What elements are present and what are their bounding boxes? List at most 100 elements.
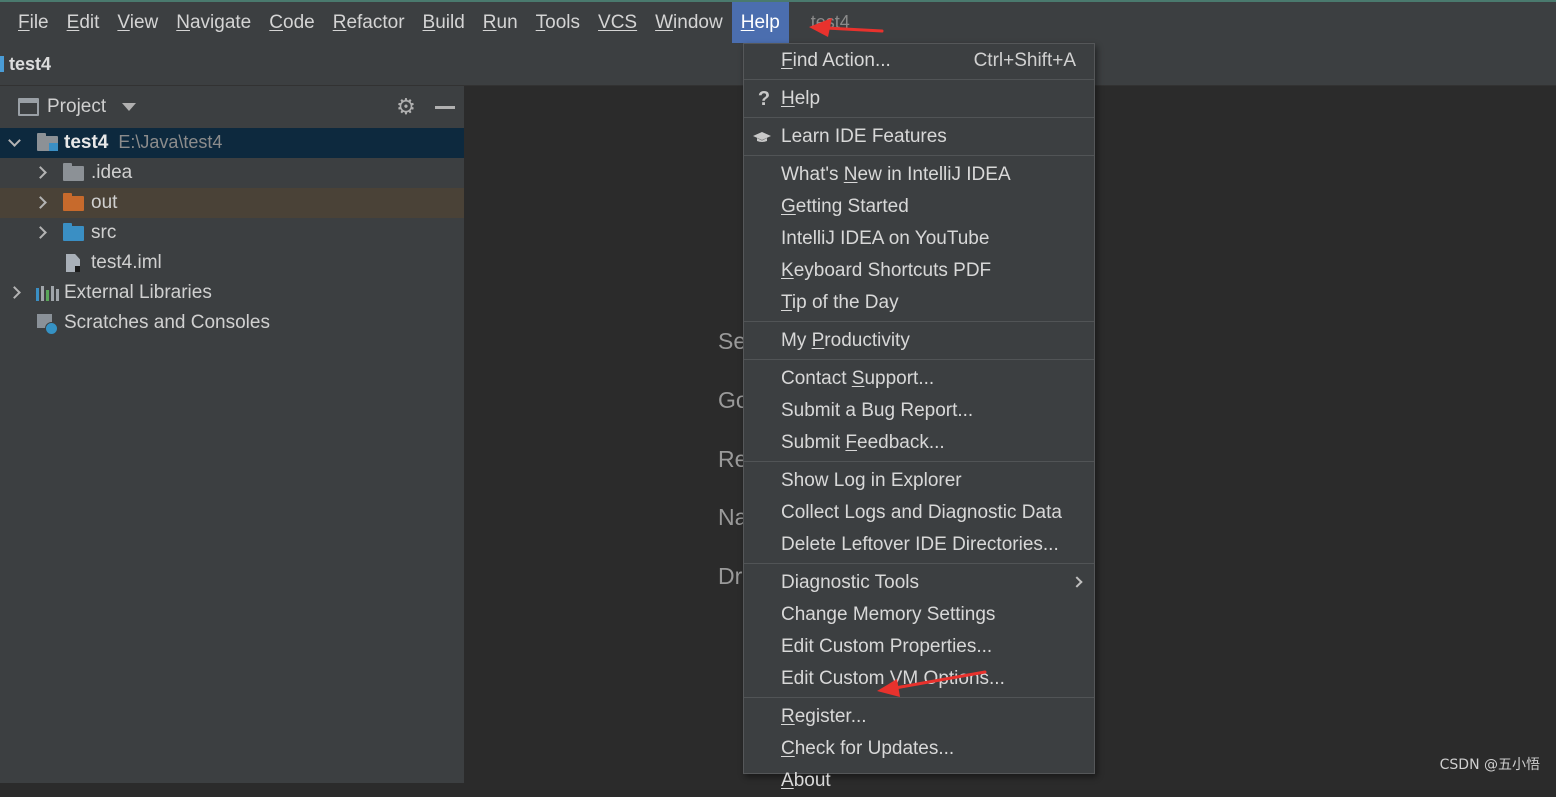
menu-label: uild — [435, 12, 465, 33]
menu-label: un — [497, 12, 518, 33]
menu-item-mnemonic: C — [781, 738, 795, 759]
menu-mnemonic: R — [333, 12, 347, 33]
menu-code[interactable]: Code — [260, 2, 323, 43]
menu-item-contact-support[interactable]: Contact Support... — [744, 363, 1094, 395]
menu-mnemonic: W — [655, 12, 673, 33]
menu-item-change-memory[interactable]: Change Memory Settings — [744, 599, 1094, 631]
gear-icon[interactable]: ⚙ — [394, 95, 418, 119]
menu-window[interactable]: Window — [646, 2, 732, 43]
tree-node-path: E:\Java\test4 — [118, 132, 222, 152]
menu-build[interactable]: Build — [414, 2, 474, 43]
menu-item-keyboard-shortcuts-pdf[interactable]: Keyboard Shortcuts PDF — [744, 255, 1094, 287]
minimize-icon[interactable] — [435, 106, 455, 109]
menu-edit[interactable]: Edit — [58, 2, 109, 43]
menu-label: indow — [673, 12, 723, 33]
project-view-title[interactable]: Project — [47, 96, 106, 118]
tree-node-root[interactable]: test4 E:\Java\test4 — [0, 128, 464, 158]
chevron-right-icon[interactable] — [34, 226, 47, 239]
menu-mnemonic: R — [483, 12, 497, 33]
menu-help[interactable]: Help — [732, 2, 789, 43]
menu-item-collect-logs[interactable]: Collect Logs and Diagnostic Data — [744, 497, 1094, 529]
menu-item-label: upport... — [864, 368, 934, 389]
question-mark-icon: ? — [754, 83, 774, 115]
menu-tools[interactable]: Tools — [527, 2, 589, 43]
excluded-folder-icon — [63, 196, 84, 211]
menu-item-label: heck for Updates... — [795, 738, 954, 759]
menu-item-label: ew in IntelliJ IDEA — [858, 164, 1011, 185]
tree-node-label: test4.iml — [91, 252, 162, 274]
menu-mnemonic: C — [269, 12, 283, 33]
menu-run[interactable]: Run — [474, 2, 527, 43]
menu-item-getting-started[interactable]: Getting Started — [744, 191, 1094, 223]
tree-node-label: test4 — [64, 132, 108, 153]
menu-item-youtube[interactable]: IntelliJ IDEA on YouTube — [744, 223, 1094, 255]
menu-item-mnemonic: H — [781, 88, 795, 109]
menu-item-learn-ide-features[interactable]: Learn IDE Features — [744, 121, 1094, 153]
menu-item-diagnostic-tools[interactable]: Diagnostic Tools — [744, 567, 1094, 599]
menu-item-show-log[interactable]: Show Log in Explorer — [744, 465, 1094, 497]
module-folder-icon — [37, 136, 58, 151]
menu-item-label: My — [781, 330, 812, 351]
chevron-right-icon[interactable] — [8, 286, 21, 299]
chevron-right-icon[interactable] — [34, 166, 47, 179]
scratches-icon — [37, 314, 57, 334]
menu-item-edit-custom-properties[interactable]: Edit Custom Properties... — [744, 631, 1094, 663]
menu-mnemonic: E — [67, 12, 80, 33]
menu-item-label: elp — [795, 88, 820, 109]
tree-node-out[interactable]: out — [0, 188, 464, 218]
breadcrumb-project[interactable]: test4 — [9, 54, 51, 75]
menu-item-mnemonic: R — [781, 706, 795, 727]
menu-item-help[interactable]: ? Help — [744, 83, 1094, 115]
menu-item-check-updates[interactable]: Check for Updates... — [744, 733, 1094, 765]
menu-label: ode — [283, 12, 315, 33]
menu-item-label: ip of the Day — [792, 292, 899, 313]
menu-item-submit-bug-report[interactable]: Submit a Bug Report... — [744, 395, 1094, 427]
menu-file[interactable]: File — [0, 2, 58, 43]
menu-item-label: roductivity — [824, 330, 910, 351]
menu-item-mnemonic: F — [845, 432, 857, 453]
chevron-down-icon[interactable] — [8, 134, 21, 147]
menu-item-whats-new[interactable]: What's New in IntelliJ IDEA — [744, 159, 1094, 191]
tree-node-scratches[interactable]: Scratches and Consoles — [0, 308, 464, 338]
chevron-right-icon[interactable] — [34, 196, 47, 209]
menu-item-label: IntelliJ IDEA on YouTube — [781, 228, 989, 249]
tree-node-label: Scratches and Consoles — [64, 312, 270, 334]
main-menu-bar: File Edit View Navigate Code Refactor Bu… — [0, 0, 1556, 43]
menu-refactor[interactable]: Refactor — [324, 2, 414, 43]
tree-node-src[interactable]: src — [0, 218, 464, 248]
menu-vcs[interactable]: VCS — [589, 2, 646, 43]
menu-item-find-action[interactable]: Find Action... Ctrl+Shift+A — [744, 45, 1094, 77]
chevron-right-icon — [1071, 576, 1082, 587]
menu-item-label: bout — [794, 770, 831, 791]
project-panel-header: Project ⚙ — [0, 86, 464, 128]
menu-item-register[interactable]: Register... — [744, 701, 1094, 733]
menu-item-label: Learn IDE Features — [781, 126, 947, 147]
chevron-down-icon[interactable] — [122, 103, 136, 111]
menu-item-mnemonic: A — [781, 770, 794, 791]
menu-item-label: Show Log in Explorer — [781, 470, 962, 491]
tree-node-idea[interactable]: .idea — [0, 158, 464, 188]
menu-item-about[interactable]: About — [744, 765, 1094, 797]
menu-navigate[interactable]: Navigate — [167, 2, 260, 43]
folder-icon — [63, 166, 84, 181]
menu-view[interactable]: View — [108, 2, 167, 43]
menu-item-submit-feedback[interactable]: Submit Feedback... — [744, 427, 1094, 459]
menu-item-edit-vm-options[interactable]: Edit Custom VM Options... — [744, 663, 1094, 695]
menu-item-label: eedback... — [857, 432, 945, 453]
menu-label: elp — [754, 12, 779, 33]
menu-item-label: Change Memory Settings — [781, 604, 995, 625]
editor-hint: Se — [718, 328, 746, 355]
source-folder-icon — [63, 226, 84, 241]
tree-node-label: External Libraries — [64, 282, 212, 304]
menu-item-label: etting Started — [796, 196, 909, 217]
menu-item-delete-leftover-dirs[interactable]: Delete Leftover IDE Directories... — [744, 529, 1094, 561]
libraries-icon — [36, 286, 59, 301]
tree-node-iml[interactable]: test4.iml — [0, 248, 464, 278]
tree-node-label: .idea — [91, 162, 132, 184]
menu-item-mnemonic: T — [781, 292, 792, 313]
menu-item-mnemonic: F — [781, 50, 793, 71]
menu-mnemonic: H — [741, 12, 755, 33]
menu-item-tip-of-the-day[interactable]: Tip of the Day — [744, 287, 1094, 319]
menu-item-my-productivity[interactable]: My Productivity — [744, 325, 1094, 357]
tree-node-external-libraries[interactable]: External Libraries — [0, 278, 464, 308]
